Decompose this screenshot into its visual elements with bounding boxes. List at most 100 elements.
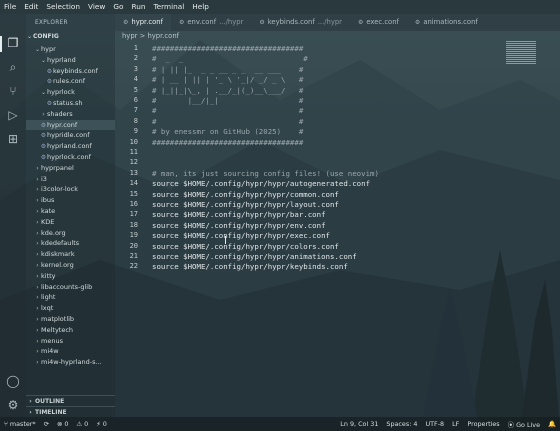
language-mode[interactable]: Properties xyxy=(463,420,503,428)
errors-indicator[interactable]: ⊗ 0 xyxy=(53,420,72,428)
tree-item-label: hyprlock xyxy=(47,88,75,97)
minimap[interactable] xyxy=(506,41,550,71)
tree-item[interactable]: › KDE xyxy=(26,217,115,228)
code-line[interactable]: # # xyxy=(152,117,303,126)
code-line[interactable]: # _ _ # xyxy=(152,54,308,63)
account-icon[interactable]: ◯ xyxy=(6,374,20,388)
code-line[interactable]: source $HOME/.config/hypr/hypr/common.co… xyxy=(152,190,339,199)
tree-item[interactable]: ⚙status.sh xyxy=(26,98,115,109)
menu-item[interactable]: View xyxy=(84,0,109,14)
code-line[interactable]: # |_||_|\_, | .__/_|(_)__\___/ # xyxy=(152,86,303,95)
menu-item[interactable]: File xyxy=(0,0,20,14)
tree-item[interactable]: › light xyxy=(26,292,115,303)
code-line[interactable]: source $HOME/.config/hypr/hypr/colors.co… xyxy=(152,242,339,251)
go-live-button[interactable]: ⦿ Go Live xyxy=(504,420,544,429)
editor-tab[interactable]: ⚙ keybinds.conf .../hypr xyxy=(251,14,350,31)
tree-item[interactable]: › i3color-lock xyxy=(26,184,115,195)
file-icon: ⚙ xyxy=(414,19,421,26)
tree-item[interactable]: › libaccounts-glib xyxy=(26,282,115,293)
tree-item[interactable]: › hyprpanel xyxy=(26,163,115,174)
tree-item[interactable]: › lxqt xyxy=(26,303,115,314)
menu-item[interactable]: Edit xyxy=(20,0,42,14)
tree-item[interactable]: ⚙hyprland.conf xyxy=(26,141,115,152)
tree-item[interactable]: › menus xyxy=(26,336,115,347)
line-number: 5 xyxy=(133,85,138,94)
tree-item[interactable]: ⚙hypridle.conf xyxy=(26,130,115,141)
run-debug-icon[interactable]: ▷ xyxy=(6,108,20,122)
tree-item[interactable]: ⚙hypr.conf xyxy=(26,119,115,131)
tree-item-label: status.sh xyxy=(53,99,83,107)
code-line[interactable]: source $HOME/.config/hypr/hypr/exec.conf xyxy=(152,231,330,240)
search-icon[interactable]: ⌕ xyxy=(6,60,20,74)
editor-tab[interactable]: ⚙ env.conf .../hypr xyxy=(171,14,251,31)
tree-item[interactable]: › kate xyxy=(26,206,115,217)
code-line[interactable]: source $HOME/.config/hypr/hypr/bar.conf xyxy=(152,210,326,219)
breadcrumb[interactable]: hypr > hypr.conf xyxy=(122,32,179,40)
tree-item[interactable]: › matplotlib xyxy=(26,314,115,325)
tree-item[interactable]: › Meltytech xyxy=(26,325,115,336)
explorer-icon[interactable]: ❐ xyxy=(6,36,20,50)
tab-label: env.conf xyxy=(187,18,217,26)
code-line[interactable]: ################################## xyxy=(152,44,303,53)
menu-item[interactable]: Help xyxy=(188,0,213,14)
tree-item[interactable]: ⌄hyprlock xyxy=(26,87,115,98)
tree-item[interactable]: › kitty xyxy=(26,271,115,282)
encoding[interactable]: UTF-8 xyxy=(421,420,448,428)
menu-item[interactable]: Selection xyxy=(42,0,84,14)
line-ending[interactable]: LF xyxy=(448,420,463,428)
editor-tab[interactable]: ⚙ animations.conf xyxy=(407,14,486,31)
line-number: 3 xyxy=(133,64,138,73)
tree-item[interactable]: › mi4w xyxy=(26,346,115,357)
branch-indicator[interactable]: ⑂ master* xyxy=(0,420,40,428)
tree-item[interactable]: ⚙rules.conf xyxy=(26,76,115,87)
line-number: 15 xyxy=(129,189,138,198)
notifications-bell-icon[interactable]: 🔔 xyxy=(544,420,560,428)
indentation[interactable]: Spaces: 4 xyxy=(382,420,421,428)
code-line[interactable]: source $HOME/.config/hypr/hypr/animation… xyxy=(152,252,357,261)
tree-item[interactable]: › kde.org xyxy=(26,228,115,239)
menu-item[interactable]: Terminal xyxy=(149,0,188,14)
tree-item[interactable]: ⌄hypr xyxy=(26,44,115,55)
settings-gear-icon[interactable]: ⚙ xyxy=(6,398,20,412)
sync-button[interactable]: ⟳ xyxy=(40,420,53,428)
tab-label: animations.conf xyxy=(423,18,478,26)
tree-item[interactable]: › kernel.org xyxy=(26,260,115,271)
cursor-position[interactable]: Ln 9, Col 31 xyxy=(336,420,382,428)
line-number: 16 xyxy=(129,200,138,208)
tree-item[interactable]: › kdiskmark xyxy=(26,249,115,260)
tree-item-label: Meltytech xyxy=(41,325,74,334)
code-line[interactable]: # # xyxy=(152,106,303,115)
code-editor[interactable]: 1 ################################## 2 # _ … xyxy=(115,42,560,417)
warnings-indicator[interactable]: ⚠ 0 xyxy=(72,420,92,428)
ports-indicator[interactable]: ⚡ 0 xyxy=(92,420,111,428)
line-number: 20 xyxy=(129,241,138,250)
line-number: 1 xyxy=(133,44,138,52)
code-line[interactable]: source $HOME/.config/hypr/hypr/keybinds.… xyxy=(152,262,348,271)
source-control-icon[interactable]: ⑂ xyxy=(6,84,20,98)
code-line[interactable]: # man, its just sourcing config files! (… xyxy=(152,169,379,178)
code-line[interactable]: # |__/|_| # xyxy=(152,96,303,105)
tree-item[interactable]: › ibus xyxy=(26,195,115,206)
code-line[interactable]: # | || |_ _ _ __ _ _ __ ___ # xyxy=(152,65,303,74)
code-line[interactable]: # by enessmr on GitHub (2025) # xyxy=(152,127,303,136)
root-folder-config[interactable]: ⌄CONFIG xyxy=(26,32,115,43)
code-line[interactable]: # | __ | || | '_ \ '_|/ _/ _ \ # xyxy=(152,75,303,84)
extensions-icon[interactable]: ⊞ xyxy=(6,132,20,146)
tree-item[interactable]: › i3 xyxy=(26,174,115,185)
code-line[interactable]: source $HOME/.config/hypr/hypr/layout.co… xyxy=(152,200,339,209)
tree-item[interactable]: › kdedefaults xyxy=(26,238,115,249)
menu-item[interactable]: Go xyxy=(109,0,127,14)
editor-tab[interactable]: ⚙ hypr.conf xyxy=(115,14,171,31)
tree-item[interactable]: ⌄hyprland xyxy=(26,55,115,66)
tab-label: keybinds.conf xyxy=(267,18,315,26)
tree-item[interactable]: › mi4w-hyprland-s... xyxy=(26,357,115,368)
code-line[interactable]: source $HOME/.config/hypr/hypr/autogener… xyxy=(152,179,370,188)
editor-tab[interactable]: ⚙ exec.conf xyxy=(350,14,407,31)
tree-item[interactable]: › shaders xyxy=(26,109,115,120)
tree-item-label: mi4w-hyprland-s... xyxy=(41,358,102,367)
code-line[interactable]: ################################## xyxy=(152,138,303,147)
menu-item[interactable]: Run xyxy=(127,0,149,14)
code-line[interactable]: source $HOME/.config/hypr/hypr/env.conf xyxy=(152,221,326,230)
tree-item[interactable]: ⚙keybinds.conf xyxy=(26,66,115,77)
tree-item[interactable]: ⚙hyprlock.conf xyxy=(26,152,115,163)
